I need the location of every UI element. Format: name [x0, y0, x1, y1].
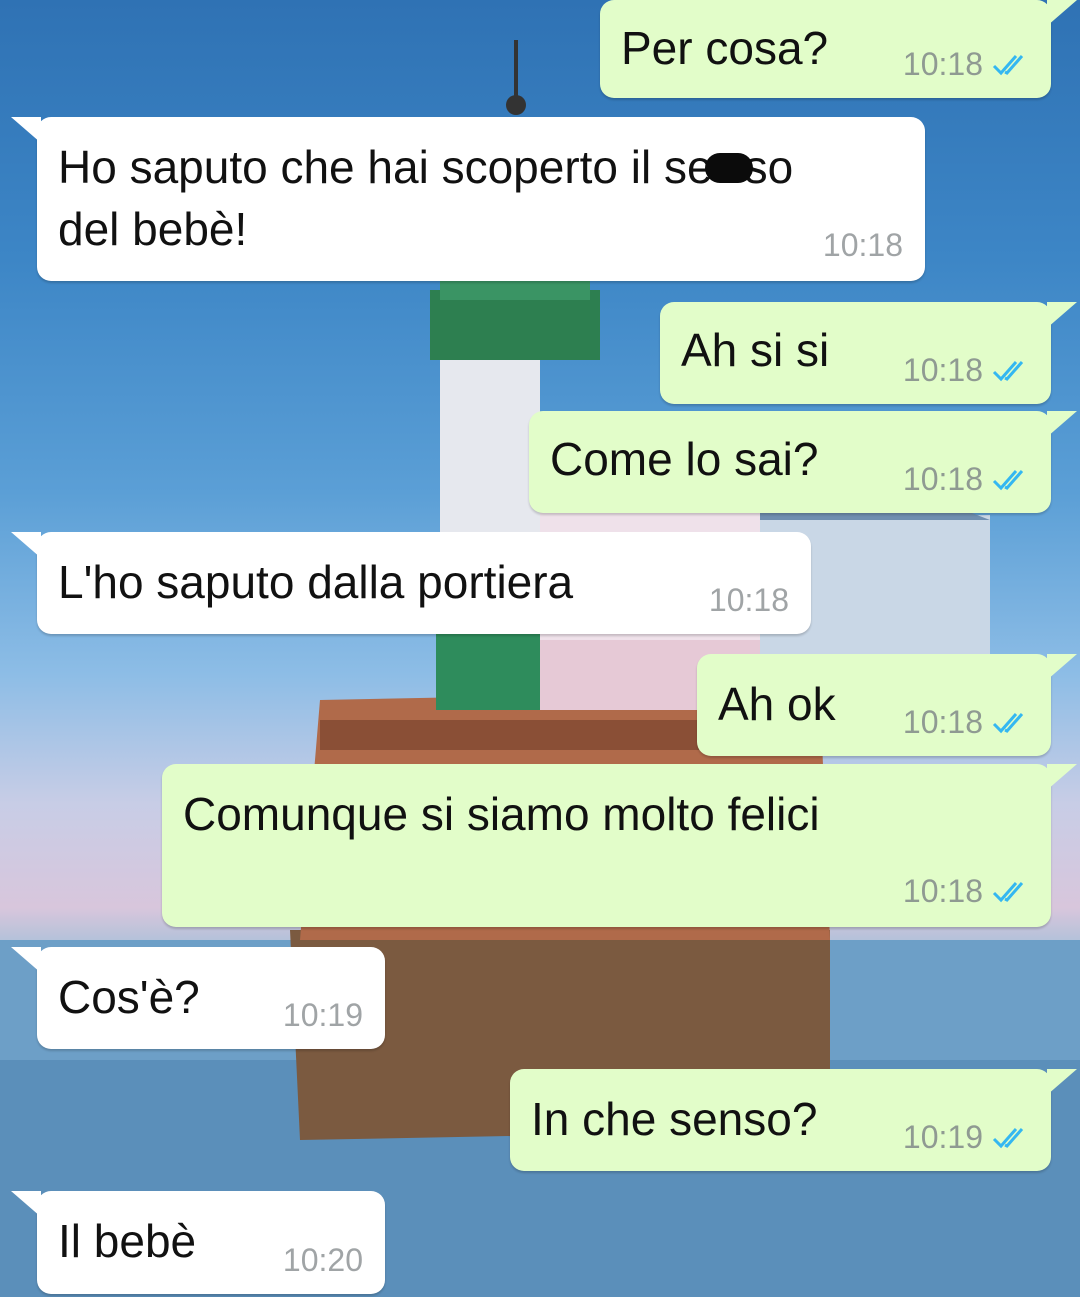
message-incoming[interactable]: Il bebè 10:20: [11, 1191, 385, 1294]
message-text: Ah ok: [718, 678, 836, 730]
message-time: 10:18: [708, 582, 789, 618]
message-meta: 10:18: [903, 352, 1029, 388]
redaction-mark: [704, 152, 753, 183]
message-meta: 10:18: [903, 704, 1029, 740]
message-text: Ah si si: [681, 324, 830, 376]
message-time: 10:18: [822, 227, 903, 263]
message-text: In che senso?: [531, 1093, 818, 1145]
double-check-icon: [992, 713, 1024, 734]
double-check-icon: [992, 55, 1024, 76]
message-time: 10:19: [902, 1119, 983, 1155]
message-meta: 10:18: [709, 582, 789, 618]
message-outgoing[interactable]: Come lo sai? 10:18: [529, 411, 1077, 513]
message-meta: 10:19: [903, 1119, 1029, 1155]
message-meta: 10:18: [903, 873, 1029, 909]
message-meta: 10:18: [823, 227, 903, 263]
message-meta: 10:18: [903, 46, 1029, 82]
message-outgoing[interactable]: Ah ok 10:18: [697, 654, 1077, 756]
message-text: Come lo sai?: [550, 433, 819, 485]
message-incoming[interactable]: Cos'è? 10:19: [11, 947, 385, 1049]
message-time: 10:19: [282, 997, 363, 1033]
message-text: Comunque si siamo molto felici: [183, 788, 820, 840]
message-text: Cos'è?: [58, 971, 200, 1023]
double-check-icon: [992, 470, 1024, 491]
message-meta: 10:18: [903, 461, 1029, 497]
message-time: 10:18: [902, 352, 983, 388]
message-text: Per cosa?: [621, 22, 829, 74]
double-check-icon: [992, 882, 1024, 903]
message-meta: 10:19: [283, 997, 363, 1033]
message-time: 10:18: [902, 704, 983, 740]
message-time: 10:18: [902, 461, 983, 497]
double-check-icon: [992, 361, 1024, 382]
message-text-line2: del bebè!: [58, 203, 248, 255]
message-outgoing[interactable]: Ah si si 10:18: [660, 302, 1077, 404]
message-text: Il bebè: [58, 1215, 197, 1267]
message-outgoing[interactable]: Comunque si siamo molto felici 10:18: [162, 764, 1077, 927]
message-time: 10:18: [902, 46, 983, 82]
message-outgoing[interactable]: In che senso? 10:19: [510, 1069, 1077, 1171]
message-outgoing[interactable]: Per cosa? 10:18: [600, 0, 1077, 98]
message-time: 10:20: [282, 1242, 363, 1278]
double-check-icon: [992, 1128, 1024, 1149]
message-text: L'ho saputo dalla portiera: [58, 556, 574, 608]
message-meta: 10:20: [283, 1242, 363, 1278]
message-text: Ho saputo che hai scoperto il se so: [58, 137, 793, 197]
message-time: 10:18: [902, 873, 983, 909]
message-incoming[interactable]: L'ho saputo dalla portiera 10:18: [11, 532, 811, 634]
message-incoming[interactable]: Ho saputo che hai scoperto il se so del b…: [11, 117, 925, 281]
message-text-part: Ho saputo che hai scoperto il se: [58, 141, 713, 193]
